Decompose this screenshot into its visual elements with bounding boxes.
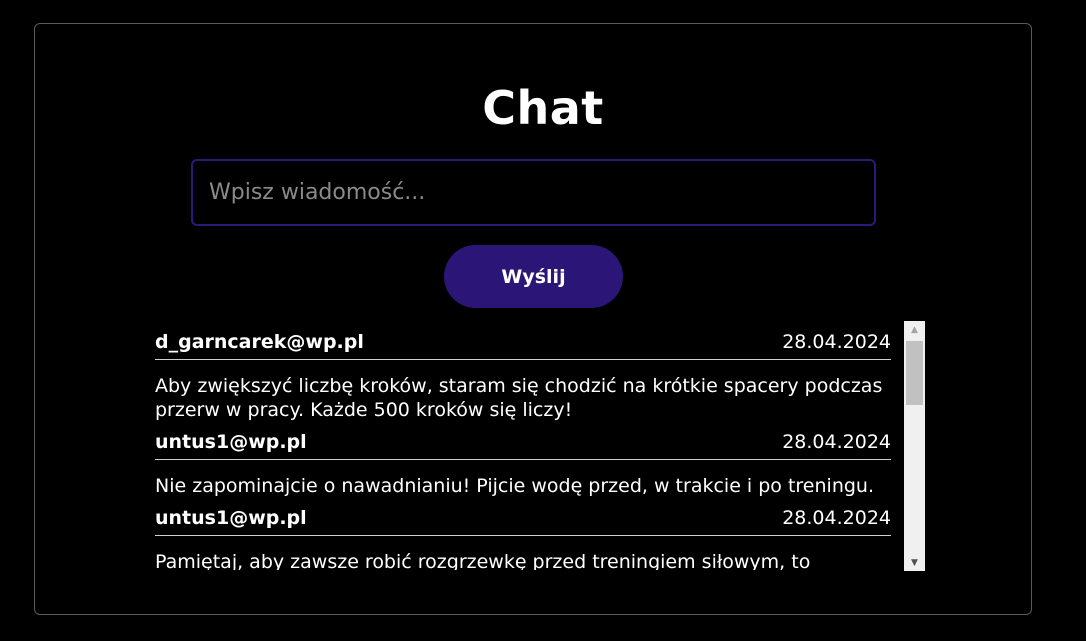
send-button[interactable]: Wyślij bbox=[444, 245, 623, 308]
message-author: untus1@wp.pl bbox=[155, 507, 307, 529]
scrollbar-thumb[interactable] bbox=[906, 341, 923, 405]
message-list-scrollbar[interactable]: ▲ ▼ bbox=[904, 321, 925, 571]
message-date: 28.04.2024 bbox=[782, 507, 891, 529]
message-text: Aby zwiększyć liczbę kroków, staram się … bbox=[155, 375, 883, 421]
message-date: 28.04.2024 bbox=[782, 431, 891, 453]
scroll-down-arrow-icon[interactable]: ▼ bbox=[904, 554, 925, 571]
message-text: Nie zapominajcie o nawadnianiu! Pijcie w… bbox=[155, 475, 875, 497]
message-input[interactable] bbox=[191, 159, 876, 226]
message-item: d_garncarek@wp.pl 28.04.2024 Aby zwiększ… bbox=[155, 322, 891, 422]
message-header: d_garncarek@wp.pl 28.04.2024 bbox=[155, 322, 891, 360]
page-title: Chat bbox=[482, 81, 604, 135]
message-date: 28.04.2024 bbox=[782, 331, 891, 353]
message-item: untus1@wp.pl 28.04.2024 Nie zapominajcie… bbox=[155, 422, 891, 498]
message-list[interactable]: d_garncarek@wp.pl 28.04.2024 Aby zwiększ… bbox=[155, 322, 891, 570]
message-header: untus1@wp.pl 28.04.2024 bbox=[155, 498, 891, 536]
message-item: untus1@wp.pl 28.04.2024 Pamiętaj, aby za… bbox=[155, 498, 891, 570]
message-header: untus1@wp.pl 28.04.2024 bbox=[155, 422, 891, 460]
scroll-up-arrow-icon[interactable]: ▲ bbox=[904, 321, 925, 338]
message-author: d_garncarek@wp.pl bbox=[155, 331, 364, 353]
message-author: untus1@wp.pl bbox=[155, 431, 307, 453]
message-text: Pamiętaj, aby zawsze robić rozgrzewkę pr… bbox=[155, 551, 811, 570]
